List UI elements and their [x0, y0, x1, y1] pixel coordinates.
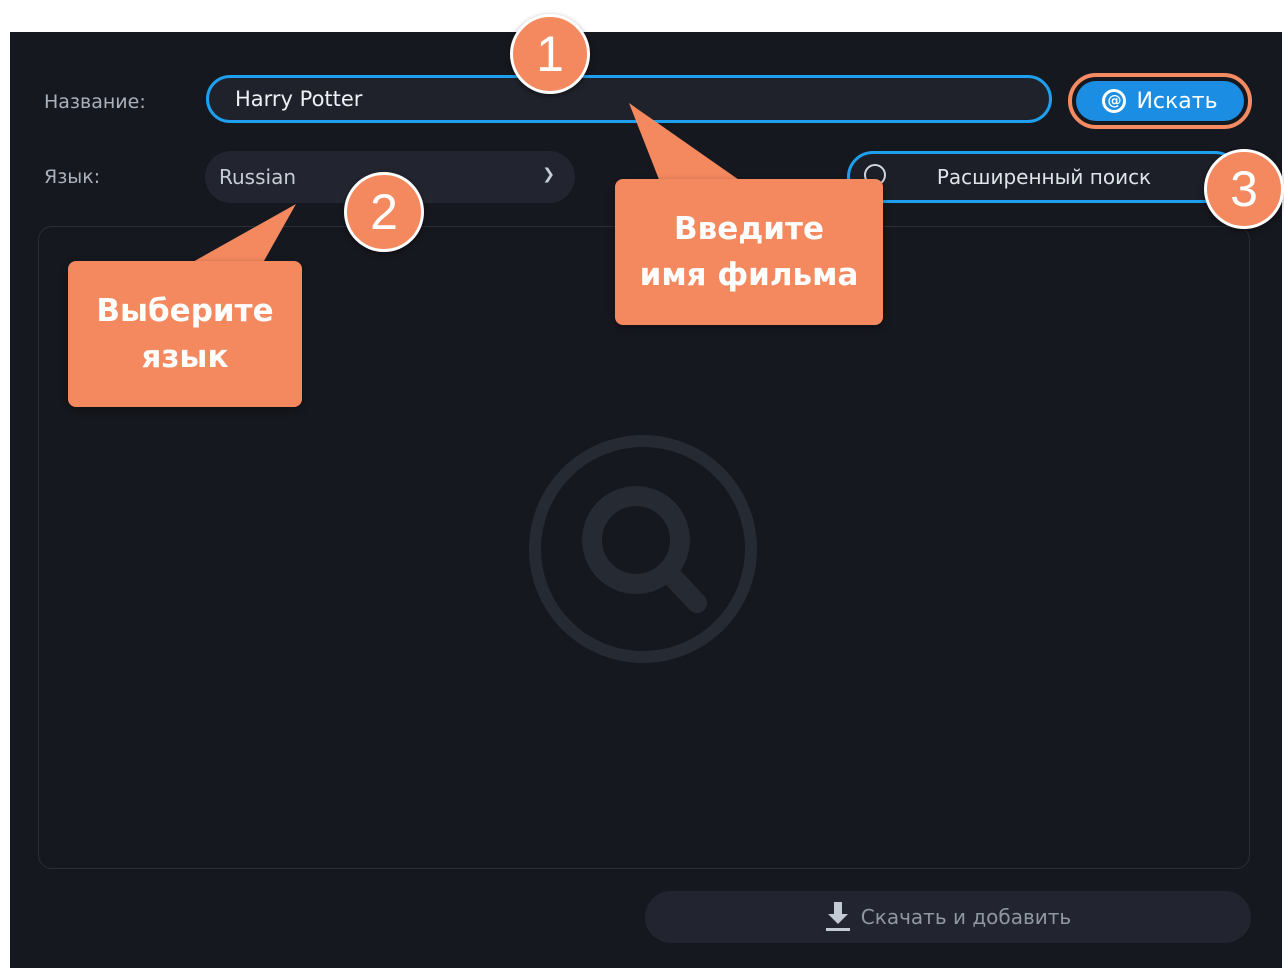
- callout-lang-line1: Выберите: [96, 293, 274, 329]
- step-badge-2: 2: [344, 172, 424, 252]
- callout-lang-line2: язык: [141, 339, 229, 375]
- step-badge-1: 1: [510, 14, 590, 94]
- callout-choose-language: Выберите язык: [68, 261, 302, 407]
- callout-enter-title: Введите имя фильма: [615, 179, 883, 325]
- callout-pointers: [182, 103, 742, 268]
- callout-title-line1: Введите: [673, 211, 825, 247]
- callout-title-line2: имя фильма: [639, 257, 859, 293]
- step-badge-3: 3: [1204, 149, 1284, 229]
